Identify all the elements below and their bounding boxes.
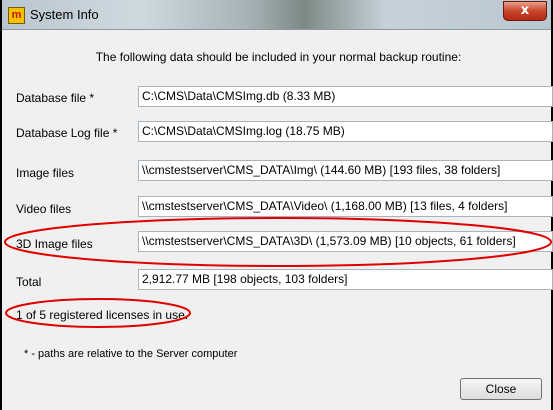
field-database-file[interactable]: C:\CMS\Data\CMSImg.db (8.33 MB) <box>138 86 553 107</box>
footnote: * - paths are relative to the Server com… <box>24 348 238 360</box>
close-button[interactable]: Close <box>460 378 542 400</box>
system-info-window: m System Info x The following data shoul… <box>0 0 553 410</box>
license-status: 1 of 5 registered licenses in use. <box>16 308 189 322</box>
label-total: Total <box>16 275 42 289</box>
close-icon: x <box>520 3 530 18</box>
window-close-button[interactable]: x <box>503 1 547 21</box>
label-database-log-file: Database Log file * <box>16 126 118 140</box>
field-total[interactable]: 2,912.77 MB [198 objects, 103 folders] <box>138 269 553 290</box>
field-image-files[interactable]: \\cmstestserver\CMS_DATA\Img\ (144.60 MB… <box>138 160 553 181</box>
field-3d-image-files[interactable]: \\cmstestserver\CMS_DATA\3D\ (1,573.09 M… <box>138 231 553 252</box>
app-logo-icon: m <box>8 7 25 24</box>
label-3d-image-files: 3D Image files <box>16 237 93 251</box>
label-image-files: Image files <box>16 166 75 180</box>
field-database-log-file[interactable]: C:\CMS\Data\CMSImg.log (18.75 MB) <box>138 121 553 142</box>
title-bar[interactable]: m System Info x <box>2 0 551 30</box>
intro-text: The following data should be included in… <box>95 50 462 64</box>
label-video-files: Video files <box>16 202 72 216</box>
label-database-file: Database file * <box>16 91 95 105</box>
window-title: System Info <box>30 7 99 22</box>
field-video-files[interactable]: \\cmstestserver\CMS_DATA\Video\ (1,168.0… <box>138 196 553 217</box>
